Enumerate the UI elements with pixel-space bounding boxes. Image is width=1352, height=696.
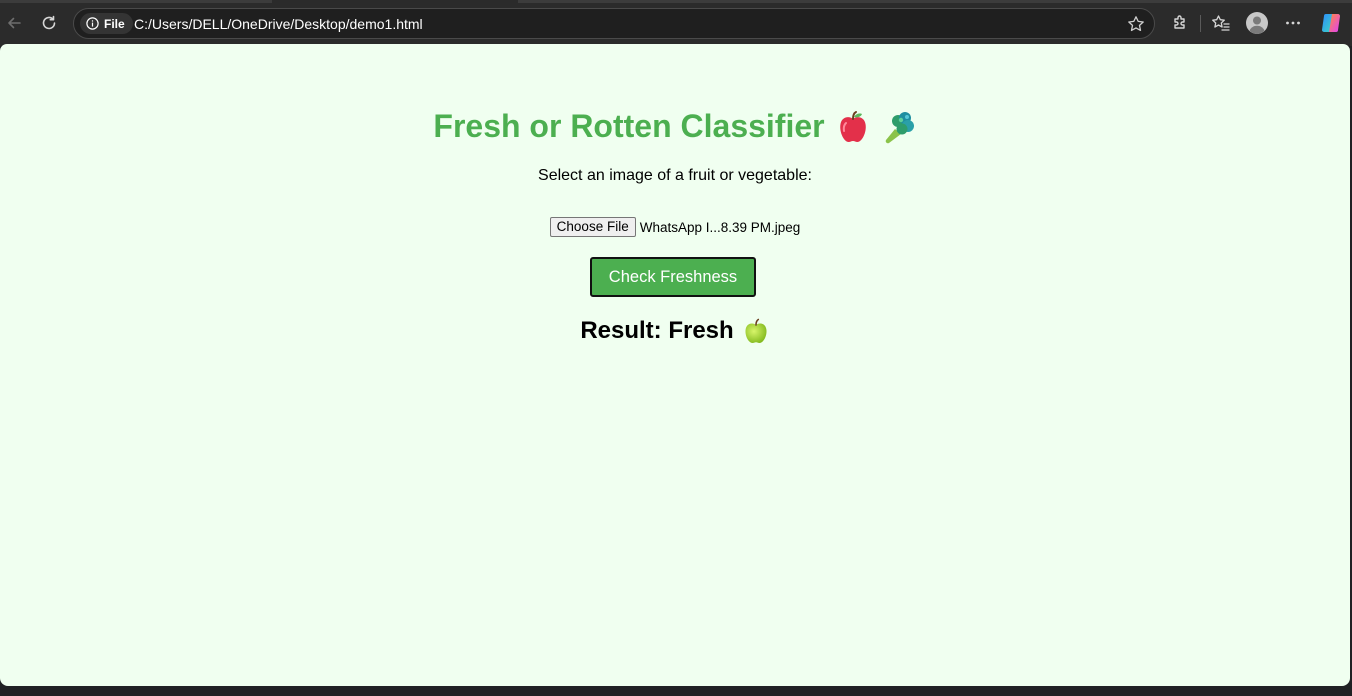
select-image-prompt: Select an image of a fruit or vegetable: [538,167,812,184]
reload-icon [42,15,56,30]
star-icon [1128,16,1144,32]
broccoli-icon [885,111,914,143]
page-title-text: Fresh or Rotten Classifier [433,108,825,144]
info-icon [86,17,99,30]
profile-icon [1246,12,1268,34]
selected-file-name: WhatsApp I...8.39 PM.jpeg [639,219,801,235]
profile-button[interactable] [1244,10,1270,36]
page-content: Fresh or Rotten Classifier Select an ima… [0,44,1350,686]
copilot-icon [1321,13,1341,33]
file-input[interactable]: Choose File WhatsApp I...8.39 PM.jpeg [0,217,1350,237]
green-apple-icon [745,318,767,343]
result-display: Result: Fresh [0,317,1350,345]
more-icon [1286,21,1300,25]
site-chip-label: File [104,16,125,31]
favorite-button[interactable] [1126,14,1146,34]
address-bar[interactable]: File C:/Users/DELL/OneDrive/Desktop/demo… [73,8,1155,39]
tab-indicator [518,0,1352,3]
back-icon [8,17,21,29]
site-info-chip[interactable]: File [80,13,133,34]
page-title: Fresh or Rotten Classifier [0,108,1350,145]
more-button[interactable] [1280,10,1306,36]
choose-file-button[interactable]: Choose File [549,217,636,237]
copilot-button[interactable] [1318,10,1344,36]
tab-indicator [0,0,272,3]
result-text: Result: Fresh [580,317,734,344]
favorites-icon [1212,15,1230,31]
extensions-icon [1174,15,1185,29]
back-button[interactable] [1,10,27,36]
browser-toolbar: File C:/Users/DELL/OneDrive/Desktop/demo… [0,0,1352,46]
red-apple-icon [839,110,866,142]
reload-button[interactable] [36,10,62,36]
window-bottom-edge [0,686,1352,696]
check-freshness-button[interactable]: Check Freshness [590,257,756,297]
url-text[interactable]: C:/Users/DELL/OneDrive/Desktop/demo1.htm… [134,16,423,32]
toolbar-divider [1200,15,1201,32]
extensions-button[interactable] [1167,10,1193,36]
favorites-button[interactable] [1208,10,1234,36]
